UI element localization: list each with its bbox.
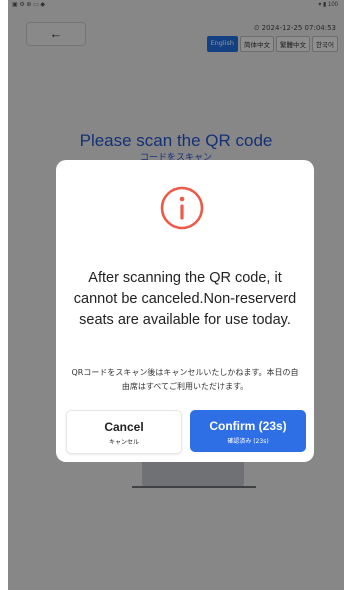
confirm-button[interactable]: Confirm (23s) 確認済み (23s): [190, 410, 306, 452]
dialog-message-japanese: QRコードをスキャン後はキャンセルいたしかねます。本日の自由席はすべてご利用いた…: [71, 368, 299, 391]
app-screen: ▣ ⚙ ⊕ ▭ ◆ ▾ ▮ 100 ← ⏲ 2024-12-25 07:04:5…: [8, 0, 344, 590]
cancel-button[interactable]: Cancel キャンセル: [66, 410, 182, 454]
confirm-sublabel: 確認済み (23s): [227, 438, 269, 445]
dialog-message: After scanning the QR code, it cannot be…: [73, 270, 297, 328]
cancel-label: Cancel: [104, 420, 144, 434]
alert-circle-icon: [160, 186, 204, 230]
confirm-label: Confirm (23s): [209, 419, 287, 433]
confirm-dialog: After scanning the QR code, it cannot be…: [56, 160, 314, 462]
cancel-sublabel: キャンセル: [108, 439, 139, 446]
